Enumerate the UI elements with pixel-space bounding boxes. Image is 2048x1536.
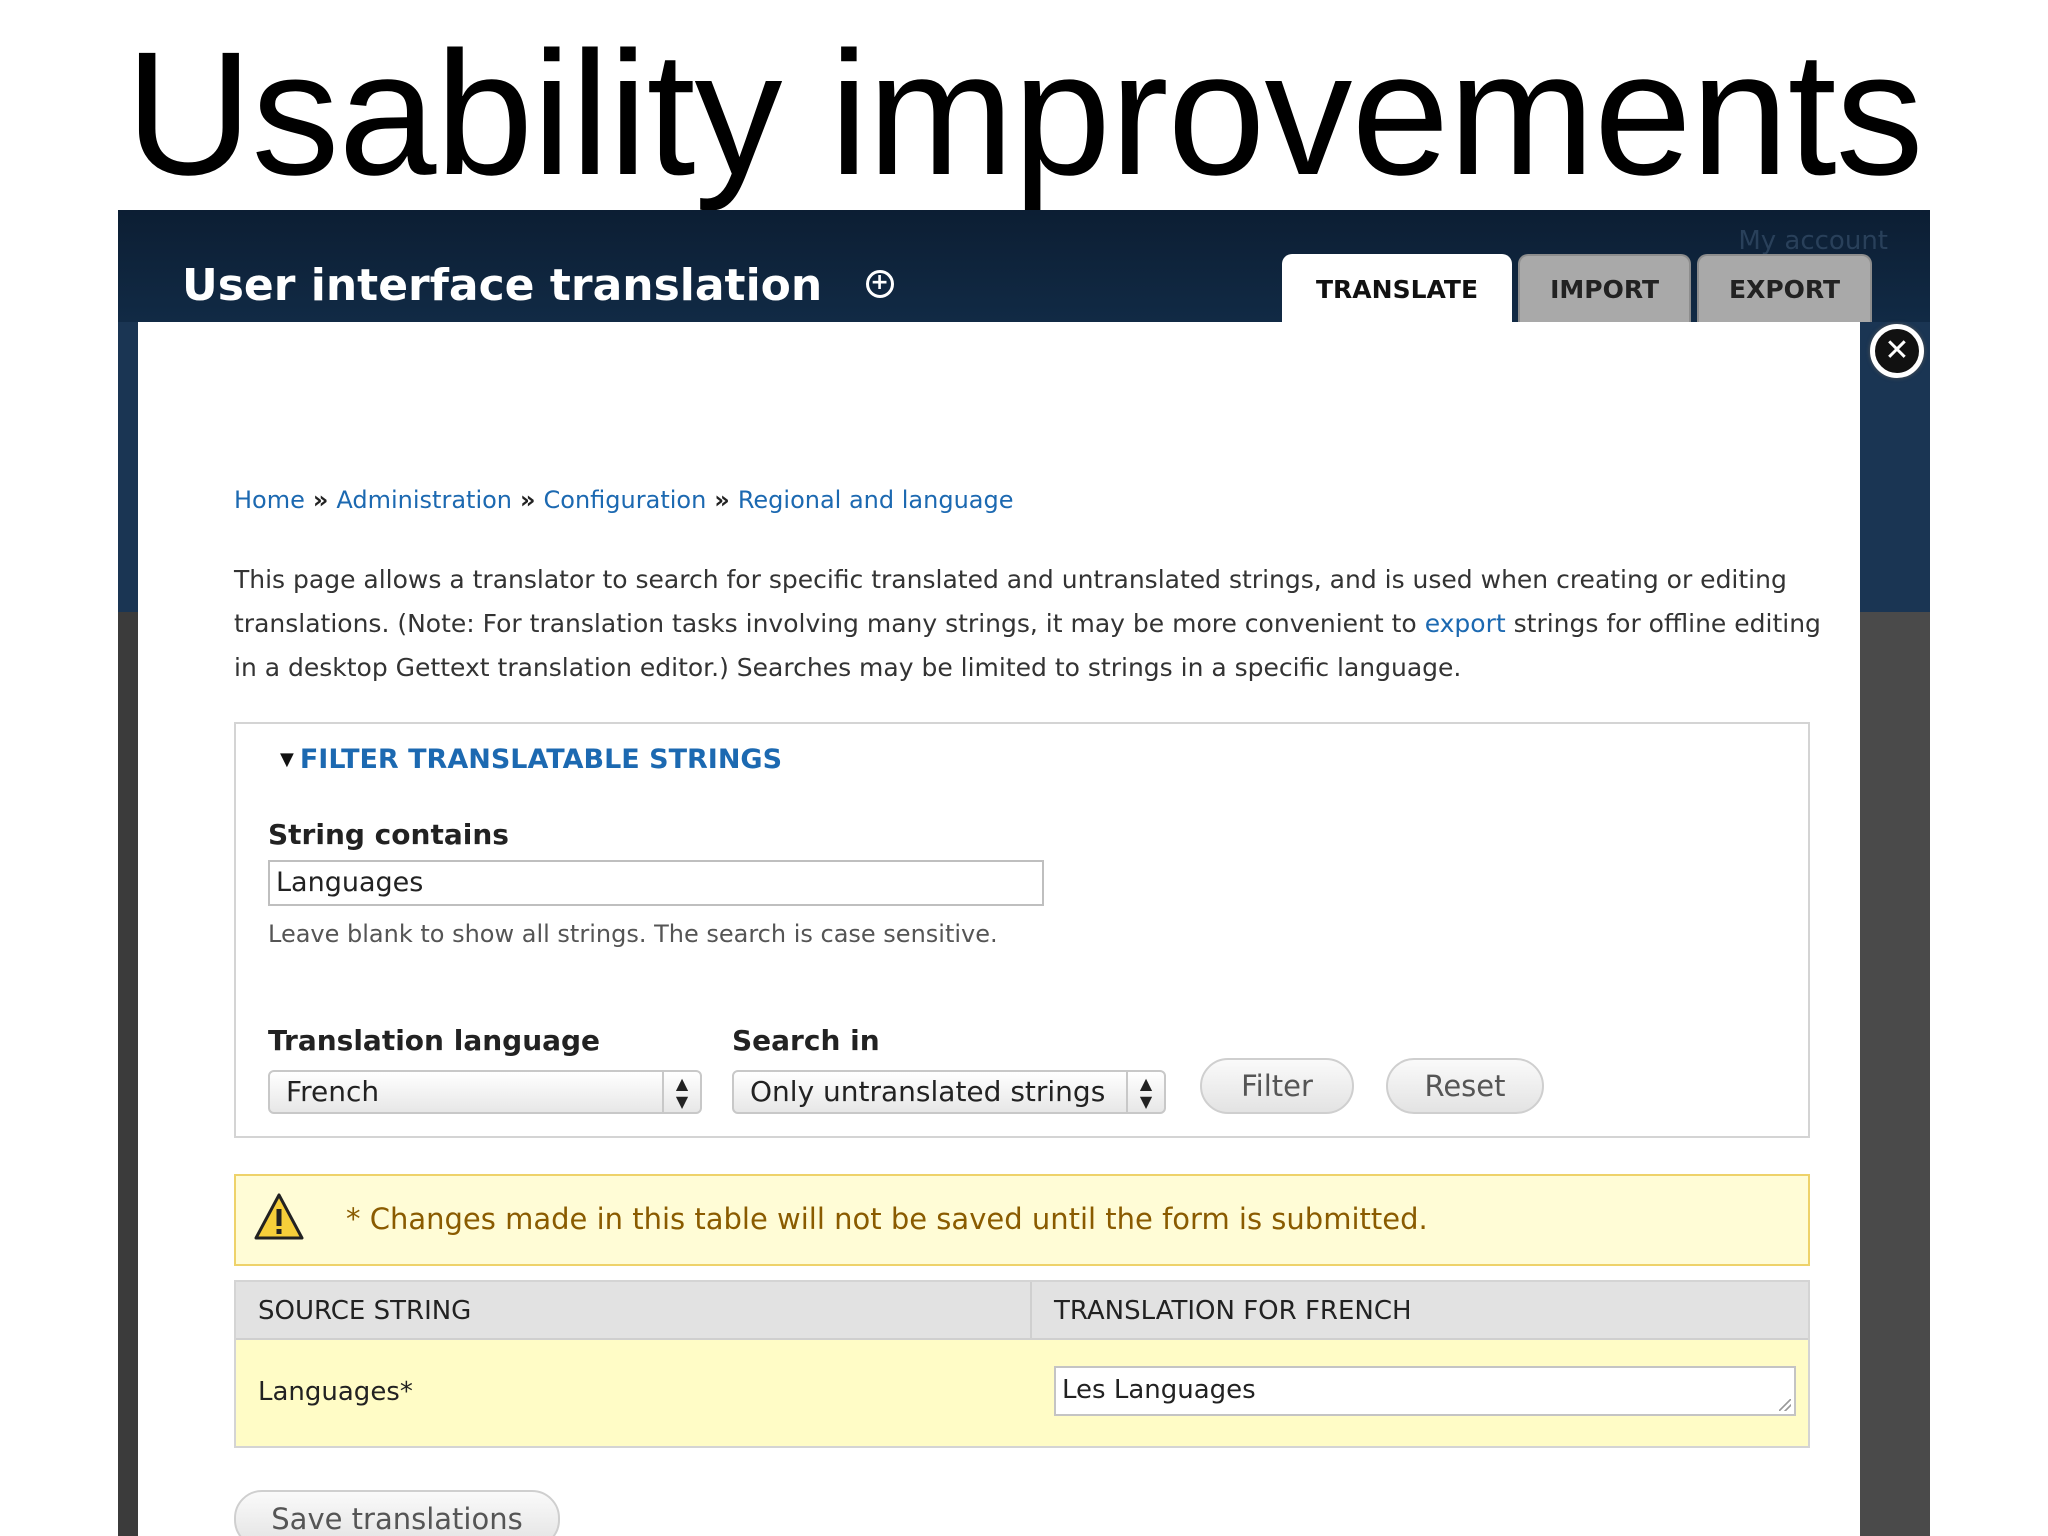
breadcrumb-regional-language[interactable]: Regional and language: [738, 486, 1014, 514]
overlay-panel: Home» Administration» Configuration» Region…: [138, 322, 1860, 1536]
slide-title: Usability improvements: [125, 16, 1923, 212]
export-link[interactable]: export: [1425, 609, 1506, 638]
column-header-source[interactable]: SOURCE STRING: [236, 1282, 1032, 1340]
save-translations-button[interactable]: Save translations: [234, 1490, 560, 1536]
translation-language-select[interactable]: French ▲ ▼: [268, 1070, 702, 1114]
translation-input[interactable]: Les Languages: [1054, 1366, 1796, 1416]
string-contains-hint: Leave blank to show all strings. The sea…: [268, 920, 998, 948]
search-in-select[interactable]: Only untranslated strings ▲ ▼: [732, 1070, 1166, 1114]
warning-text: * Changes made in this table will not be…: [346, 1202, 1428, 1236]
string-contains-label: String contains: [268, 818, 509, 851]
breadcrumb-home[interactable]: Home: [234, 486, 305, 514]
breadcrumb: Home» Administration» Configuration» Region…: [234, 486, 1014, 514]
filter-button[interactable]: Filter: [1200, 1058, 1354, 1114]
filter-legend[interactable]: ▼ FILTER TRANSLATABLE STRINGS: [280, 744, 782, 775]
breadcrumb-separator: »: [312, 486, 329, 514]
tab-import[interactable]: IMPORT: [1518, 254, 1691, 322]
translation-value: Les Languages: [1062, 1375, 1256, 1405]
page-title-text: User interface translation: [182, 260, 823, 311]
page-description: This page allows a translator to search …: [234, 558, 1834, 690]
translation-language-value: French: [286, 1075, 380, 1108]
tabs: TRANSLATE IMPORT EXPORT: [1282, 254, 1873, 322]
breadcrumb-separator: »: [520, 486, 536, 514]
translation-table: SOURCE STRING TRANSLATION FOR FRENCH Lan…: [234, 1280, 1810, 1448]
source-string-cell: Languages*: [236, 1340, 1032, 1446]
warning-icon: [254, 1193, 304, 1240]
reset-button[interactable]: Reset: [1386, 1058, 1544, 1114]
my-account-link[interactable]: My account: [1738, 226, 1888, 256]
search-in-value: Only untranslated strings: [750, 1075, 1106, 1108]
filter-fieldset: ▼ FILTER TRANSLATABLE STRINGS String cont…: [234, 722, 1810, 1138]
breadcrumb-configuration[interactable]: Configuration: [544, 486, 707, 514]
warning-message: * Changes made in this table will not be…: [234, 1174, 1810, 1266]
filter-legend-label: FILTER TRANSLATABLE STRINGS: [299, 744, 783, 775]
close-icon[interactable]: ✕: [1870, 324, 1924, 378]
tab-export[interactable]: EXPORT: [1697, 254, 1873, 322]
translation-cell: Les Languages: [1032, 1340, 1808, 1446]
screenshot-frame: My account User interface translation + …: [118, 210, 1930, 1536]
string-contains-input[interactable]: Languages: [268, 860, 1044, 906]
translation-language-label: Translation language: [268, 1024, 601, 1057]
collapse-triangle-icon: ▼: [280, 749, 294, 770]
tab-translate[interactable]: TRANSLATE: [1282, 254, 1513, 322]
select-arrows-icon: ▲ ▼: [1126, 1072, 1164, 1112]
resize-grip-icon[interactable]: [1779, 1399, 1791, 1411]
page-title: User interface translation +: [182, 260, 894, 311]
select-arrows-icon: ▲ ▼: [662, 1072, 700, 1112]
breadcrumb-separator: »: [714, 486, 730, 514]
background-strip: [118, 612, 138, 1536]
add-shortcut-icon[interactable]: +: [865, 270, 894, 298]
column-header-translation[interactable]: TRANSLATION FOR FRENCH: [1032, 1282, 1808, 1340]
breadcrumb-administration[interactable]: Administration: [336, 486, 512, 514]
search-in-label: Search in: [732, 1024, 880, 1057]
